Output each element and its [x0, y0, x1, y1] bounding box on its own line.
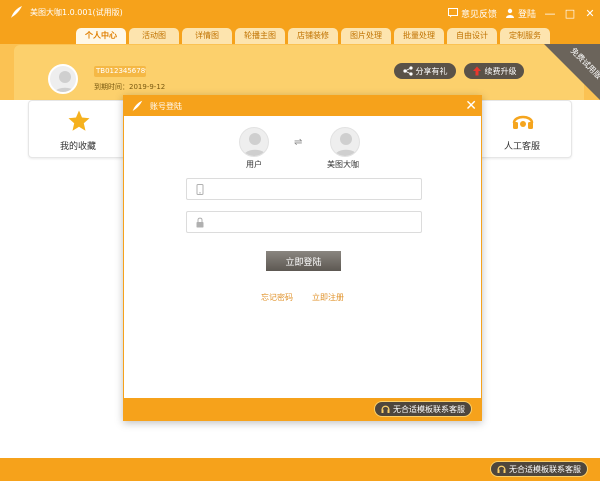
favorites-label: 我的收藏 [59, 142, 96, 152]
share-icon [402, 66, 413, 76]
support-label: 人工客服 [503, 142, 540, 152]
admin-account-avatar[interactable] [330, 127, 360, 157]
register-link[interactable]: 立即注册 [312, 292, 344, 303]
share-button-label: 分享有礼 [415, 66, 448, 76]
login-link[interactable]: 登陆 [505, 7, 536, 20]
user-id: TB01234567890 [94, 66, 146, 77]
tab-activity[interactable]: 活动图 [129, 28, 179, 44]
dialog-footer: 无合适模板联系客服 [124, 398, 481, 420]
user-account-avatar[interactable] [239, 127, 269, 157]
password-field [186, 211, 422, 233]
headset-icon [497, 465, 506, 473]
dialog-contact-service-button[interactable]: 无合适模板联系客服 [374, 401, 472, 417]
dialog-title-bar: 账号登陆 ✕ [124, 96, 481, 116]
trial-corner-badge: 免费试用版 [544, 44, 600, 100]
forgot-password-link[interactable]: 忘记密码 [261, 292, 293, 303]
title-bar: 美图大咖1.0.001(试用版) 意见反馈 登陆 — □ ✕ [0, 0, 600, 26]
contact-service-label: 无合适模板联系客服 [509, 464, 581, 474]
phone-field [186, 178, 422, 200]
dialog-contact-service-label: 无合适模板联系客服 [393, 404, 465, 414]
app-title: 美图大咖1.0.001(试用版) [30, 8, 123, 17]
tab-batch-processing[interactable]: 批量处理 [394, 28, 444, 44]
title-bar-actions: 意见反馈 登陆 — □ ✕ [447, 4, 596, 22]
tab-shop-decoration[interactable]: 店铺装修 [288, 28, 338, 44]
dialog-close-button[interactable]: ✕ [465, 98, 477, 114]
headset-icon [512, 115, 534, 129]
tab-carousel[interactable]: 轮播主图 [235, 28, 285, 44]
user-account-label: 用户 [246, 160, 262, 169]
admin-avatar-icon [334, 133, 358, 156]
tab-image-processing[interactable]: 图片处理 [341, 28, 391, 44]
renew-button-label: 续费升级 [484, 66, 517, 76]
minimize-button[interactable]: — [544, 7, 556, 20]
password-input[interactable] [211, 214, 416, 230]
favorites-card[interactable]: 我的收藏 [28, 100, 128, 158]
feedback-icon [447, 8, 458, 18]
share-button[interactable]: 分享有礼 [394, 63, 456, 79]
close-window-button[interactable]: ✕ [584, 7, 596, 20]
support-card[interactable]: 人工客服 [472, 100, 572, 158]
tab-personal-center[interactable]: 个人中心 [76, 28, 126, 44]
phone-input[interactable] [211, 181, 416, 197]
contact-service-button[interactable]: 无合适模板联系客服 [490, 461, 588, 477]
feather-logo-icon [11, 6, 22, 18]
star-icon [68, 110, 90, 131]
lock-icon [196, 217, 204, 228]
user-icon [505, 8, 514, 18]
user-avatar-icon [243, 133, 267, 156]
feedback-label: 意见反馈 [460, 9, 497, 20]
tab-detail[interactable]: 详情图 [182, 28, 232, 44]
expire-date: 到期时间：2019-9-12 [94, 83, 166, 91]
maximize-button[interactable]: □ [564, 7, 576, 20]
tab-custom-service[interactable]: 定制服务 [500, 28, 550, 44]
avatar[interactable] [48, 64, 78, 94]
renew-button[interactable]: 续费升级 [464, 63, 524, 79]
main-tabs: 个人中心 活动图 详情图 轮播主图 店铺装修 图片处理 批量处理 自由设计 定制… [76, 28, 550, 44]
login-link-label: 登陆 [517, 9, 536, 20]
upgrade-icon [472, 66, 481, 76]
login-button[interactable]: 立即登陆 [266, 251, 341, 271]
status-footer: 无合适模板联系客服 [0, 458, 600, 481]
feedback-button[interactable]: 意见反馈 [447, 7, 497, 20]
phone-icon [196, 184, 204, 195]
headset-icon [381, 405, 390, 413]
admin-account-label: 美图大咖 [327, 160, 359, 169]
swap-account-icon[interactable]: ⇌ [294, 137, 302, 148]
feather-logo-icon [132, 100, 143, 112]
tab-bar: 个人中心 活动图 详情图 轮播主图 店铺装修 图片处理 批量处理 自由设计 定制… [0, 26, 600, 44]
dialog-title: 账号登陆 [150, 102, 182, 111]
tab-free-design[interactable]: 自由设计 [447, 28, 497, 44]
login-dialog: 账号登陆 ✕ 用户 ⇌ 美图大咖 立即登陆 忘记密码 立即注册 无合适模板联系客… [123, 95, 482, 421]
